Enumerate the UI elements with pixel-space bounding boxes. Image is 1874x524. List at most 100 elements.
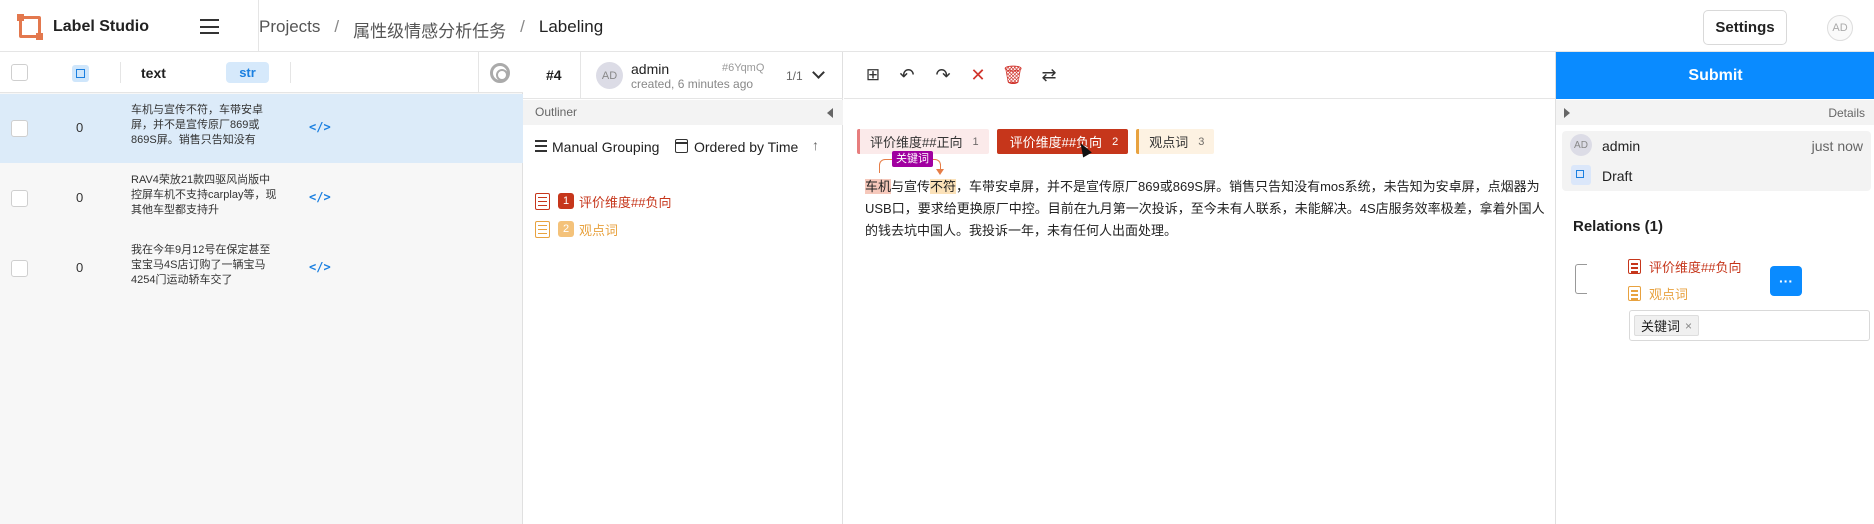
table-row[interactable]: 0 车机与宣传不符，车带安卓屏，并不是宣传原厂869或869S屏。销售只告知没有…: [0, 94, 523, 163]
gear-icon[interactable]: [490, 63, 510, 83]
type-badge: str: [226, 62, 269, 83]
outliner-title: Outliner: [535, 105, 578, 119]
annotation-time: just now: [1811, 138, 1863, 154]
app-name: Label Studio: [53, 18, 149, 35]
region-item[interactable]: 2 观点词: [535, 218, 618, 240]
id-column-icon: [72, 65, 89, 82]
side-panel: Submit Details AD admin just now Draft R…: [1555, 52, 1874, 524]
remove-icon[interactable]: ×: [1685, 319, 1692, 333]
chevron-down-icon[interactable]: [812, 66, 825, 79]
annotator-avatar: AD: [1570, 134, 1592, 156]
relation-connector-icon: [1575, 264, 1587, 294]
region-index: 1: [558, 193, 574, 209]
region-index: 2: [558, 221, 574, 237]
label-hotkey: 1: [972, 135, 979, 148]
list-icon: [535, 140, 547, 152]
breadcrumb-project[interactable]: 属性级情感分析任务: [353, 17, 506, 42]
annotation-count: 1/1: [786, 69, 803, 83]
sort-asc-icon[interactable]: ↑: [812, 137, 819, 153]
breadcrumb: Projects / 属性级情感分析任务 / Labeling: [259, 17, 603, 42]
region-label: 观点词: [579, 222, 619, 238]
label-negative[interactable]: 评价维度##负向 2: [996, 129, 1129, 154]
highlight-negative[interactable]: 车机: [865, 179, 892, 194]
table-row[interactable]: 0 我在今年9月12号在保定甚至宝宝马4S店订购了一辆宝马4254门运动轿车交了…: [0, 234, 523, 303]
relation-to-label: 观点词: [1649, 287, 1689, 302]
redo-icon[interactable]: ↷: [932, 64, 954, 86]
text-column-header[interactable]: text: [141, 65, 166, 81]
relation-label-text: 关键词: [1641, 319, 1681, 334]
grid-icon[interactable]: ⊞: [862, 64, 884, 86]
grouping-select[interactable]: Manual Grouping: [552, 139, 659, 155]
relation-arrow: [936, 169, 944, 175]
column-divider: [120, 62, 121, 83]
relation-label-select[interactable]: 关键词 ×: [1629, 310, 1870, 341]
region-label: 评价维度##负向: [579, 194, 672, 210]
details-header[interactable]: Details: [1556, 100, 1874, 125]
annotation-created: created, 6 minutes ago: [631, 77, 754, 91]
row-id: 0: [76, 190, 84, 205]
row-checkbox[interactable]: [11, 260, 28, 277]
submit-button[interactable]: Submit: [1556, 52, 1874, 99]
row-text: 我在今年9月12号在保定甚至宝宝马4S店订购了一辆宝马4254门运动轿车交了: [131, 244, 271, 286]
draft-icon: [1571, 165, 1591, 185]
user-avatar[interactable]: AD: [1827, 15, 1853, 41]
reset-icon[interactable]: ✕: [967, 64, 989, 86]
relation-label-chip: 关键词 ×: [1634, 315, 1700, 336]
label-studio-logo-icon[interactable]: [17, 14, 43, 40]
settings-button[interactable]: Settings: [1703, 10, 1787, 45]
breadcrumb-projects[interactable]: Projects: [259, 17, 320, 42]
region-item[interactable]: 1 评价维度##负向: [535, 190, 671, 212]
relations-title: Relations (1): [1573, 218, 1664, 235]
highlight-viewpoint[interactable]: 不符: [930, 179, 957, 194]
row-checkbox[interactable]: [11, 190, 28, 207]
row-text: RAV4荣放21款四驱风尚版中控屏车机不支持carplay等，现其他车型都支持升: [131, 174, 277, 216]
label-text: 观点词: [1149, 135, 1189, 150]
label-text: 评价维度##正向: [870, 135, 963, 150]
labeling-area: ⊞ ↶ ↷ ✕ 🗑 ⇄ 评价维度##正向 1 评价维度##负向 2 观点词 3 关键词…: [844, 52, 1555, 524]
delete-icon[interactable]: 🗑: [1002, 64, 1025, 86]
table-row[interactable]: 0 RAV4荣放21款四驱风尚版中控屏车机不支持carplay等，现其他车型都支…: [0, 164, 523, 233]
row-checkbox[interactable]: [11, 120, 28, 137]
code-icon[interactable]: </>: [309, 190, 331, 204]
row-text: 车机与宣传不符，车带安卓屏，并不是宣传原厂869或869S屏。销售只告知没有: [131, 104, 263, 146]
relation-menu-button[interactable]: ···: [1770, 266, 1802, 296]
table-header: text str: [0, 52, 523, 93]
code-icon[interactable]: </>: [309, 260, 331, 274]
divider: [580, 52, 581, 99]
details-title: Details: [1828, 106, 1865, 120]
breadcrumb-current: Labeling: [538, 17, 604, 36]
task-id: #4: [546, 67, 562, 83]
text-segment: ，车带安卓屏，并不是宣传原厂869或869S屏。销售只告知没有mos系统，未告知…: [865, 179, 1545, 238]
text-segment: 与宣传: [891, 179, 931, 194]
relation-to[interactable]: 观点词: [1628, 284, 1688, 303]
annotator-avatar: AD: [596, 62, 623, 89]
expand-icon[interactable]: [1564, 108, 1570, 118]
menu-icon[interactable]: [200, 19, 219, 34]
swap-icon[interactable]: ⇄: [1038, 64, 1060, 86]
annotation-hash: #6YqmQ: [722, 62, 765, 74]
text-region-icon: [1628, 286, 1641, 301]
data-manager-panel: text str 0 车机与宣传不符，车带安卓屏，并不是宣传原厂869或869S…: [0, 52, 523, 524]
outliner-header[interactable]: Outliner: [523, 100, 843, 125]
text-region-icon: [535, 192, 550, 210]
relation-from-label: 评价维度##负向: [1649, 260, 1742, 275]
label-viewpoint[interactable]: 观点词 3: [1136, 129, 1215, 154]
relation-from[interactable]: 评价维度##负向: [1628, 257, 1741, 276]
outliner-controls: Manual Grouping Ordered by Time ↑: [523, 132, 843, 164]
row-id: 0: [76, 260, 84, 275]
select-all-checkbox[interactable]: [11, 64, 28, 81]
calendar-icon: [675, 139, 688, 153]
outliner-panel: #4 AD admin created, 6 minutes ago #6Yqm…: [523, 52, 843, 524]
relation-tag[interactable]: 关键词: [892, 151, 933, 167]
breadcrumb-separator: /: [334, 17, 340, 36]
undo-icon[interactable]: ↶: [896, 64, 918, 86]
annotator-name: admin: [631, 61, 670, 77]
draft-status: Draft: [1602, 168, 1633, 184]
code-icon[interactable]: </>: [309, 120, 331, 134]
collapse-icon[interactable]: [827, 108, 833, 118]
document-text[interactable]: 车机与宣传不符，车带安卓屏，并不是宣传原厂869或869S屏。销售只告知没有mo…: [865, 176, 1545, 242]
column-divider: [478, 52, 479, 93]
text-region-icon: [1628, 259, 1641, 274]
label-hotkey: 2: [1112, 135, 1119, 148]
ordering-select[interactable]: Ordered by Time: [694, 139, 798, 155]
